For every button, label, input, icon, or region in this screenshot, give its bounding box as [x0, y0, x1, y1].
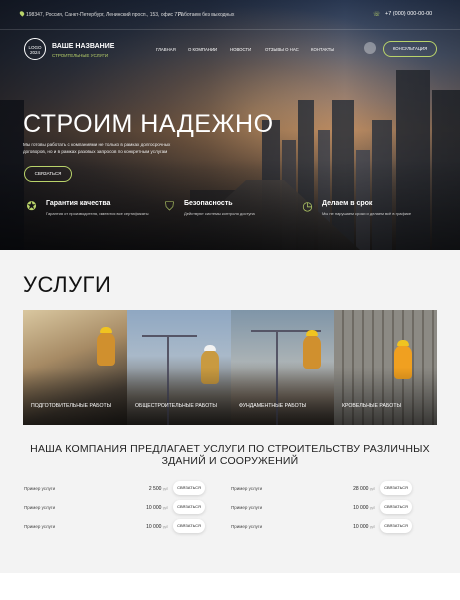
price-row-name: Пример услуги	[24, 486, 56, 491]
map-pin-icon	[18, 10, 26, 17]
footer-band	[0, 573, 460, 600]
contact-button[interactable]: СВЯЗАТЬСЯ	[173, 519, 205, 533]
service-card[interactable]: ФУНДАМЕНТНЫЕ РАБОТЫ	[231, 310, 334, 425]
feature-desc: Гарантия от производителя, имеются все с…	[46, 211, 149, 216]
service-card-label: ПОДГОТОВИТЕЛЬНЫЕ РАБОТЫ	[31, 403, 112, 409]
contact-button[interactable]: СВЯЗАТЬСЯ	[24, 166, 72, 182]
logo[interactable]: LOGO 2024	[24, 38, 46, 60]
consultation-button[interactable]: КОНСУЛЬТАЦИЯ	[383, 41, 437, 57]
contact-button[interactable]: СВЯЗАТЬСЯ	[173, 481, 205, 495]
logo-subtext: 2024	[29, 50, 40, 55]
service-card[interactable]: КРОВЕЛЬНЫЕ РАБОТЫ	[334, 310, 437, 425]
nav-about[interactable]: О КОМПАНИИ	[188, 47, 217, 52]
service-card[interactable]: ПОДГОТОВИТЕЛЬНЫЕ РАБОТЫ	[23, 310, 127, 425]
nav-home[interactable]: ГЛАВНАЯ	[156, 47, 176, 52]
nav-contacts[interactable]: КОНТАКТЫ	[311, 47, 334, 52]
price-row-price: 2 500 руб	[148, 486, 168, 492]
service-card[interactable]: ОБЩЕСТРОИТЕЛЬНЫЕ РАБОТЫ	[127, 310, 231, 425]
shield-check-icon: ⛉	[164, 199, 174, 213]
price-row-name: Пример услуги	[24, 524, 56, 529]
price-row-name: Пример услуги	[24, 505, 56, 510]
working-hours: Работаем без выходных	[178, 12, 235, 18]
nav-reviews[interactable]: ОТЗЫВЫ О НАС	[265, 47, 299, 52]
feature-desc: Действуют системы контроля доступа	[184, 211, 255, 216]
pricing-title: НАША КОМПАНИЯ ПРЕДЛАГАЕТ УСЛУГИ ПО СТРОИ…	[30, 443, 430, 467]
price-row-name: Пример услуги	[231, 486, 263, 491]
award-icon: ✪	[26, 199, 37, 213]
feature-desc: Мы не нарушаем сроки и делаем всё в граф…	[322, 211, 412, 216]
contact-button[interactable]: СВЯЗАТЬСЯ	[380, 481, 412, 495]
phone-link[interactable]: +7 (000) 000-00-00	[385, 11, 432, 17]
price-row-price: 10 000 руб	[353, 524, 375, 530]
address-text: 198347, Россия, Санкт-Петербург, Ленинск…	[26, 12, 183, 18]
price-row-price: 10 000 руб	[146, 505, 168, 511]
feature-title: Гарантия качества	[46, 200, 111, 207]
search-icon[interactable]	[364, 42, 376, 54]
service-card-label: ОБЩЕСТРОИТЕЛЬНЫЕ РАБОТЫ	[135, 403, 218, 409]
contact-button[interactable]: СВЯЗАТЬСЯ	[173, 500, 205, 514]
hero-section: 198347, Россия, Санкт-Петербург, Ленинск…	[0, 0, 460, 250]
services-title: УСЛУГИ	[23, 272, 112, 297]
clock-icon: ◷	[302, 199, 313, 213]
price-row-price: 10 000 руб	[353, 505, 375, 511]
phone-icon: ☏	[373, 12, 381, 18]
service-card-label: ФУНДАМЕНТНЫЕ РАБОТЫ	[239, 403, 307, 409]
top-bar: 198347, Россия, Санкт-Петербург, Ленинск…	[0, 0, 460, 30]
feature-title: Делаем в срок	[322, 200, 373, 207]
contact-button[interactable]: СВЯЗАТЬСЯ	[380, 519, 412, 533]
brand-tagline: СТРОИТЕЛЬНЫЕ УСЛУГИ	[52, 53, 109, 58]
brand-name: ВАШЕ НАЗВАНИЕ	[52, 43, 115, 50]
hero-title: СТРОИМ НАДЕЖНО	[23, 110, 274, 138]
price-row-price: 10 000 руб	[146, 524, 168, 530]
price-row-name: Пример услуги	[231, 524, 263, 529]
hero-lead: Мы готовы работать с компаниями не тольк…	[23, 142, 171, 154]
services-cards: ПОДГОТОВИТЕЛЬНЫЕ РАБОТЫ ОБЩЕСТРОИТЕЛЬНЫЕ…	[23, 310, 437, 425]
feature-title: Безопасность	[184, 200, 233, 207]
price-row-price: 28 000 руб	[353, 486, 375, 492]
nav-news[interactable]: НОВОСТИ	[230, 47, 251, 52]
price-row-name: Пример услуги	[231, 505, 263, 510]
contact-button[interactable]: СВЯЗАТЬСЯ	[380, 500, 412, 514]
service-card-label: КРОВЕЛЬНЫЕ РАБОТЫ	[342, 403, 402, 409]
